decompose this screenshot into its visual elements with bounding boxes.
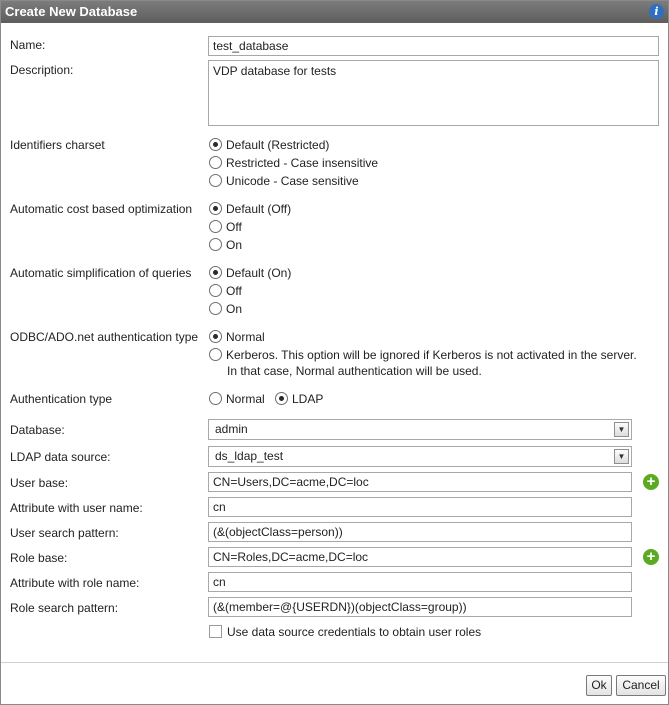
odbc-kerberos-note: In that case, Normal authentication will… (227, 364, 482, 378)
cbo-option-on[interactable]: On (209, 238, 242, 252)
radio-icon[interactable] (209, 392, 222, 405)
role-attr-label: Attribute with role name: (10, 576, 140, 590)
database-label: Database: (10, 423, 65, 437)
credentials-checkbox-label: Use data source credentials to obtain us… (227, 625, 482, 639)
charset-option-unicode[interactable]: Unicode - Case sensitive (209, 174, 359, 188)
simplification-label: Automatic simplification of queries (10, 266, 192, 280)
user-search-input[interactable]: (&(objectClass=person)) (208, 522, 632, 542)
credentials-checkbox-row[interactable]: Use data source credentials to obtain us… (209, 625, 481, 639)
role-search-input[interactable]: (&(member=@{USERDN})(objectClass=group)) (208, 597, 632, 617)
odbc-option-normal[interactable]: Normal (209, 330, 265, 344)
ok-button[interactable]: Ok (586, 675, 612, 696)
info-icon[interactable]: i (649, 4, 664, 19)
create-database-dialog: Create New Database i Name: test_databas… (0, 0, 669, 705)
auth-type-label: Authentication type (10, 392, 113, 406)
role-search-label: Role search pattern: (10, 601, 119, 615)
auth-option-ldap[interactable]: LDAP (275, 392, 323, 406)
ldap-source-value: ds_ldap_test (215, 449, 284, 463)
odbc-auth-label: ODBC/ADO.net authentication type (10, 330, 199, 344)
chevron-down-icon[interactable]: ▼ (614, 422, 629, 437)
user-base-label: User base: (10, 476, 69, 490)
radio-selected-icon[interactable] (209, 202, 222, 215)
ldap-source-select[interactable]: ds_ldap_test ▼ (208, 446, 632, 467)
chevron-down-icon[interactable]: ▼ (614, 449, 629, 464)
cbo-label: Automatic cost based optimization (10, 202, 193, 216)
user-attr-input[interactable]: cn (208, 497, 632, 517)
charset-option-default[interactable]: Default (Restricted) (209, 138, 329, 152)
radio-selected-icon[interactable] (209, 266, 222, 279)
simplification-option-default[interactable]: Default (On) (209, 266, 291, 280)
radio-icon[interactable] (209, 220, 222, 233)
radio-icon[interactable] (209, 156, 222, 169)
radio-icon[interactable] (209, 348, 222, 361)
ldap-source-label: LDAP data source: (10, 450, 111, 464)
simplification-option-off[interactable]: Off (209, 284, 242, 298)
radio-selected-icon[interactable] (209, 330, 222, 343)
radio-selected-icon[interactable] (209, 138, 222, 151)
credentials-checkbox[interactable] (209, 625, 222, 638)
database-value: admin (215, 422, 248, 436)
radio-selected-icon[interactable] (275, 392, 288, 405)
cancel-button[interactable]: Cancel (616, 675, 666, 696)
footer-divider (1, 662, 668, 663)
odbc-option-kerberos[interactable]: Kerberos. This option will be ignored if… (209, 348, 637, 362)
dialog-title: Create New Database (5, 4, 138, 19)
radio-icon[interactable] (209, 174, 222, 187)
name-input[interactable]: test_database (208, 36, 659, 56)
auth-option-normal[interactable]: Normal (209, 392, 265, 406)
description-label: Description: (10, 63, 74, 77)
simplification-option-on[interactable]: On (209, 302, 242, 316)
user-attr-label: Attribute with user name: (10, 501, 143, 515)
charset-label: Identifiers charset (10, 138, 105, 152)
name-label: Name: (10, 38, 46, 52)
cbo-option-default[interactable]: Default (Off) (209, 202, 291, 216)
database-select[interactable]: admin ▼ (208, 419, 632, 440)
role-base-input[interactable]: CN=Roles,DC=acme,DC=loc (208, 547, 632, 567)
radio-icon[interactable] (209, 302, 222, 315)
add-icon[interactable]: + (643, 474, 659, 490)
dialog-titlebar: Create New Database i (1, 1, 668, 23)
description-textarea[interactable]: VDP database for tests (208, 60, 659, 126)
radio-icon[interactable] (209, 238, 222, 251)
role-base-label: Role base: (10, 551, 68, 565)
charset-option-restricted[interactable]: Restricted - Case insensitive (209, 156, 378, 170)
role-attr-input[interactable]: cn (208, 572, 632, 592)
user-base-input[interactable]: CN=Users,DC=acme,DC=loc (208, 472, 632, 492)
radio-icon[interactable] (209, 284, 222, 297)
user-search-label: User search pattern: (10, 526, 119, 540)
add-icon[interactable]: + (643, 549, 659, 565)
cbo-option-off[interactable]: Off (209, 220, 242, 234)
